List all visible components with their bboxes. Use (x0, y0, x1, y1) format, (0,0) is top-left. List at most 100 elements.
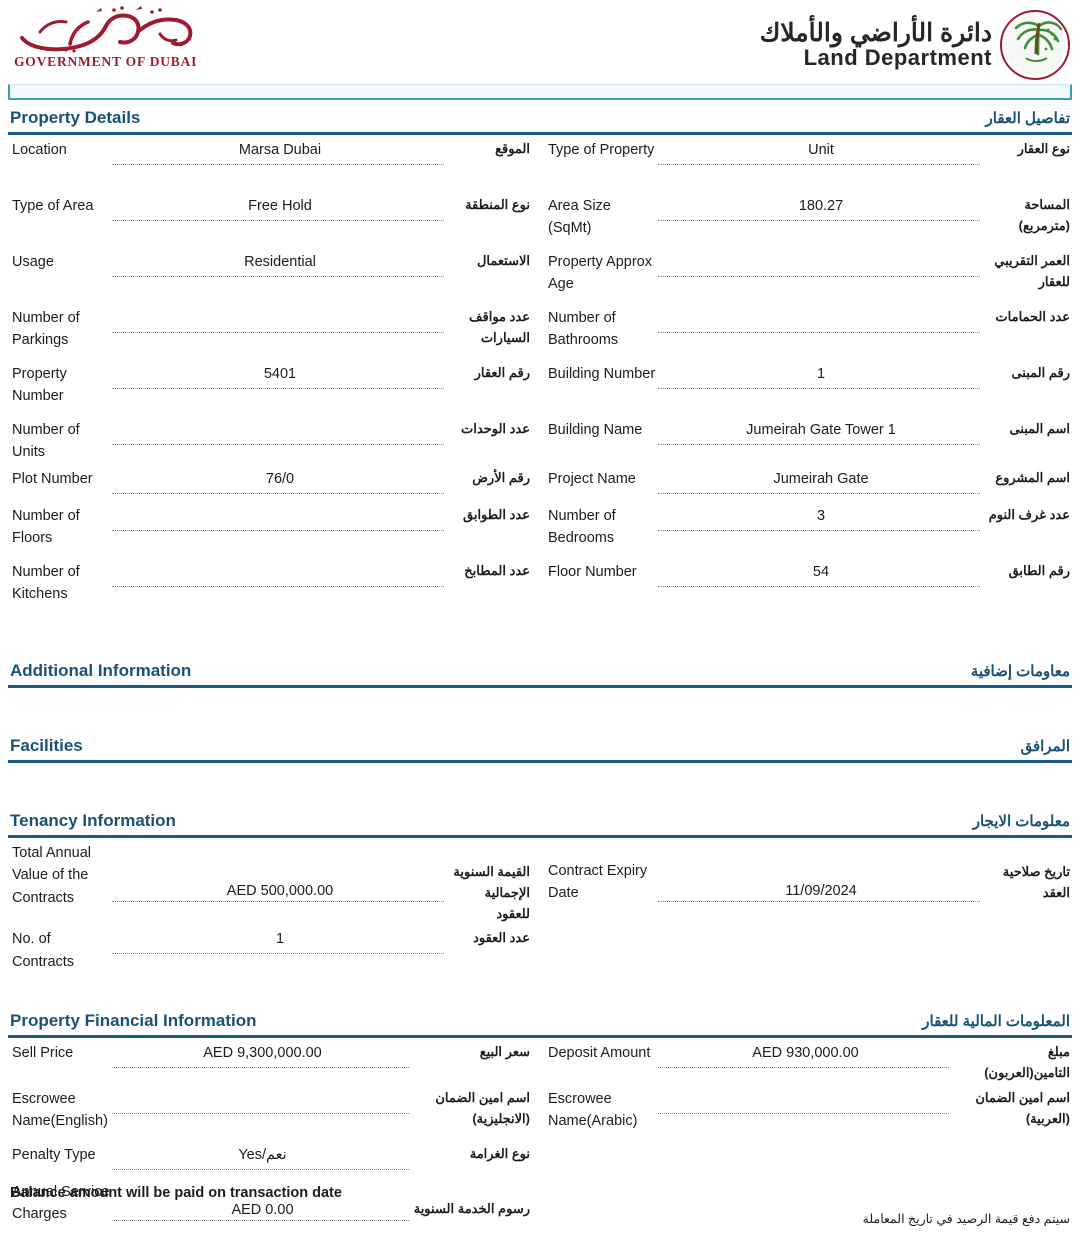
field-label-en: Deposit Amount (548, 1045, 651, 1062)
field-building-number: Building Number 1 رقم المبنى (540, 359, 1080, 415)
section-title-en: Facilities (10, 735, 83, 755)
field-label-ar: العمر التقريبي للعقار (994, 253, 1070, 289)
field-empty-slot (540, 1140, 1080, 1177)
field-value: Jumeirah Gate (773, 470, 869, 487)
field-underline (658, 388, 980, 389)
field-underline (658, 220, 980, 221)
field-label-en: Property Approx Age (548, 254, 652, 293)
field-value: AED 9,300,000.00 (203, 1045, 322, 1062)
field-label-ar: اسم المبنى (1009, 421, 1070, 436)
field-underline (658, 529, 980, 531)
field-label-en: Building Number (548, 366, 656, 382)
field-value (112, 1084, 413, 1088)
facilities-empty-body (0, 763, 1080, 807)
field-empty-slot (540, 924, 1080, 973)
field-value: AED 930,000.00 (752, 1045, 859, 1062)
field-value: 5401 (263, 366, 297, 382)
section-header-additional-information: Additional Information معاومات إضافية (8, 657, 1072, 688)
field-label-ar: رقم العقار (474, 365, 530, 380)
field-value: 1 (816, 366, 826, 382)
field-property-approx-age: Property Approx Age العمر التقريبي للعقا… (540, 247, 1080, 303)
field-label-en: Escrowee Name(English) (12, 1090, 108, 1130)
field-label-ar: نوع المنطقة (465, 197, 530, 212)
field-penalty-type: Penalty Type Yes/نعم نوع الغرامة (0, 1140, 540, 1177)
field-underline (112, 1067, 409, 1069)
field-value (658, 303, 984, 307)
field-underline (112, 585, 444, 587)
section-title-ar: المعلومات المالية للعقار (922, 1013, 1070, 1031)
field-label-ar: رقم المبنى (1011, 365, 1070, 380)
header-accent-bar (8, 84, 1072, 100)
section-header-property-financial-information: Property Financial Information المعلومات… (8, 1007, 1072, 1039)
field-value: 11/09/2024 (785, 882, 857, 899)
field-label-en: Type of Property (548, 142, 655, 158)
field-number-of-bedrooms: Number of Bedrooms 3 عدد غرف النوم (540, 501, 1080, 557)
field-label-ar: سعر البيع (479, 1044, 530, 1060)
field-label-ar: عدد المطابخ (464, 562, 530, 578)
land-department-logo: دائرة الأراضي والأملاك Land Department (760, 8, 1072, 82)
field-underline (658, 164, 980, 165)
field-label-ar: اسم امين الضمان (العربية) (975, 1089, 1070, 1126)
field-value: 1 (275, 931, 285, 948)
field-property-number: Property Number 5401 رقم العقار (0, 359, 540, 415)
field-value (112, 415, 448, 419)
section-title-ar: معلومات الايجار (972, 812, 1070, 830)
field-value: Marsa Dubai (238, 142, 322, 158)
field-label-en: Number of Bathrooms (548, 310, 619, 349)
field-label-en: Number of Parkings (12, 310, 80, 349)
property-financial-information-rows: Sell Price AED 9,300,000.00 سعر البيع De… (0, 1038, 1080, 1233)
field-plot-number: Plot Number 76/0 رقم الأرض (0, 464, 540, 501)
field-underline (658, 332, 980, 333)
field-value: Residential (244, 254, 316, 270)
field-label-ar: عدد مواقف السيارات (469, 309, 530, 345)
field-label-en: Floor Number (548, 563, 637, 580)
field-value: AED 500,000.00 (226, 882, 334, 899)
field-value: Jumeirah Gate Tower 1 (746, 422, 896, 438)
field-underline (112, 953, 444, 955)
section-title-ar: معاومات إضافية (970, 662, 1070, 680)
field-deposit-amount: Deposit Amount AED 930,000.00 مبلغ التام… (540, 1038, 1080, 1084)
field-label-ar: اسم امين الضمان (الانجليزية) (435, 1089, 530, 1126)
table-row: Plot Number 76/0 رقم الأرض Project Name … (0, 464, 1080, 501)
field-label-en: Area Size (SqMt) (548, 198, 611, 237)
field-value: 3 (816, 507, 826, 524)
field-value (658, 1084, 953, 1088)
section-header-facilities: Facilities المرافق (8, 732, 1072, 763)
table-row: Type of Area Free Hold نوع المنطقة Area … (0, 191, 1080, 247)
table-row: Location Marsa Dubai الموقع Type of Prop… (0, 135, 1080, 191)
field-label-ar: الاستعمال (476, 253, 530, 268)
field-number-of-kitchens: Number of Kitchens عدد المطابخ (0, 557, 540, 613)
field-label-en: Property Number (12, 366, 67, 405)
field-escrowee-name-arabic: Escrowee Name(Arabic) اسم امين الضمان (ا… (540, 1084, 1080, 1140)
field-underline (112, 388, 444, 389)
field-value: 76/0 (265, 470, 295, 487)
field-label-en: Plot Number (12, 470, 93, 487)
field-number-of-bathrooms: Number of Bathrooms عدد الحمامات (540, 303, 1080, 359)
field-underline (658, 1067, 949, 1069)
field-value (112, 501, 448, 505)
field-label-en: Sell Price (12, 1045, 74, 1062)
table-row: No. of Contracts 1 عدد العقود (0, 924, 1080, 973)
field-underline (112, 332, 444, 333)
field-underline (112, 220, 444, 221)
field-underline (112, 276, 444, 277)
field-value: Yes/نعم (238, 1146, 287, 1163)
field-label-ar: عدد الحمامات (995, 309, 1070, 324)
section-title-en: Additional Information (10, 660, 192, 680)
field-label-ar: الموقع (495, 141, 530, 156)
table-row: Usage Residential الاستعمال Property App… (0, 247, 1080, 303)
field-floor-number: Floor Number 54 رقم الطابق (540, 557, 1080, 613)
field-sell-price: Sell Price AED 9,300,000.00 سعر البيع (0, 1038, 540, 1084)
field-value: Free Hold (248, 198, 312, 214)
field-underline (112, 492, 444, 494)
field-underline (112, 164, 444, 165)
field-underline (112, 1112, 409, 1114)
table-row: Sell Price AED 9,300,000.00 سعر البيع De… (0, 1038, 1080, 1084)
balance-note-ar: سيتم دفع قيمة الرصيد في تاريخ المعاملة (862, 1212, 1070, 1226)
table-row: Number of Parkings عدد مواقف السيارات Nu… (0, 303, 1080, 359)
section-title-en: Property Details (10, 108, 141, 127)
field-label-ar: نوع الغرامة (469, 1145, 530, 1161)
government-of-dubai-logo: GOVERNMENT OF DUBAI (10, 4, 310, 70)
field-no-of-contracts: No. of Contracts 1 عدد العقود (0, 924, 540, 973)
